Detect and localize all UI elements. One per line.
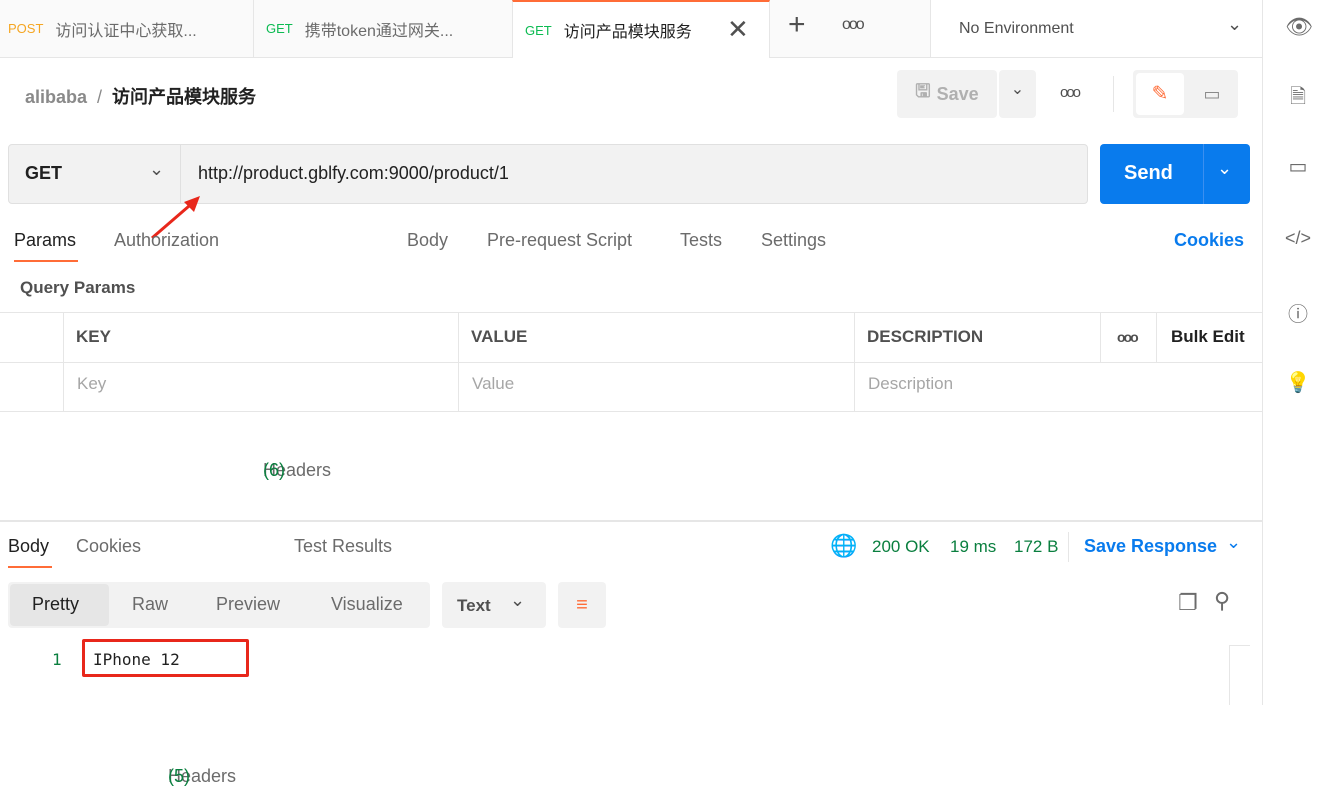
bulk-edit-button[interactable]: Bulk Edit bbox=[1171, 327, 1245, 347]
view-mode-group: Pretty Raw Preview Visualize bbox=[8, 582, 430, 628]
more-tabs-icon[interactable]: ooo bbox=[842, 16, 865, 34]
column-description: DESCRIPTION bbox=[867, 327, 984, 346]
mode-toggle: ✎ ▭ bbox=[1133, 70, 1238, 118]
wrap-lines-icon[interactable]: ≡ bbox=[558, 582, 606, 628]
line-number: 1 bbox=[52, 650, 62, 669]
status-code[interactable]: 200 OK bbox=[872, 537, 930, 557]
tab-request-1[interactable]: POST 访问认证中心获取... bbox=[0, 0, 254, 57]
value-input[interactable]: Value bbox=[472, 374, 514, 394]
code-icon[interactable]: </> bbox=[1285, 228, 1311, 249]
eye-icon[interactable]: 👁 bbox=[1285, 14, 1313, 40]
chevron-down-icon[interactable]: ⌄ bbox=[1226, 532, 1241, 553]
description-input[interactable]: Description bbox=[868, 374, 953, 394]
new-tab-plus-icon[interactable]: + bbox=[788, 8, 806, 42]
breadcrumb: alibaba / 访问产品模块服务 bbox=[25, 87, 257, 107]
method-label: GET bbox=[525, 22, 552, 38]
chevron-down-icon: ⌄ bbox=[510, 590, 526, 610]
environment-select[interactable]: No Environment ⌄ bbox=[930, 0, 1262, 57]
environment-label: No Environment bbox=[959, 19, 1074, 37]
tab-body[interactable]: Body bbox=[407, 230, 448, 251]
method-label: POST bbox=[8, 21, 44, 36]
format-select[interactable]: Text ⌄ bbox=[442, 582, 546, 628]
page-title[interactable]: 访问产品模块服务 bbox=[112, 87, 256, 107]
close-icon[interactable]: ✕ bbox=[727, 14, 749, 45]
search-icon[interactable]: ⚲ bbox=[1214, 588, 1230, 614]
save-label: Save bbox=[936, 83, 979, 104]
chevron-down-icon: ⌄ bbox=[1227, 14, 1243, 34]
more-options-icon[interactable]: ooo bbox=[1060, 84, 1081, 101]
active-tab-indicator bbox=[8, 566, 52, 568]
send-options-chevron-icon[interactable]: ⌄ bbox=[1217, 158, 1232, 179]
headers-count: (6) bbox=[263, 460, 285, 480]
breadcrumb-collection[interactable]: alibaba bbox=[25, 87, 87, 107]
cookies-link[interactable]: Cookies bbox=[1174, 230, 1244, 251]
column-value: VALUE bbox=[471, 327, 528, 346]
view-raw[interactable]: Raw bbox=[132, 594, 168, 615]
tab-request-2[interactable]: GET 携带token通过网关... bbox=[258, 0, 512, 57]
url-input[interactable]: http://product.gblfy.com:9000/product/1 bbox=[198, 163, 509, 184]
save-icon: 🖫 bbox=[915, 81, 931, 101]
view-pretty[interactable]: Pretty bbox=[32, 594, 79, 615]
tab-title: 访问认证中心获取... bbox=[55, 22, 197, 40]
tab-params[interactable]: Params bbox=[14, 230, 76, 251]
view-preview[interactable]: Preview bbox=[216, 594, 280, 615]
active-tab-indicator bbox=[14, 260, 78, 262]
more-icon[interactable]: ooo bbox=[1117, 329, 1139, 345]
method-value: GET bbox=[25, 163, 63, 183]
save-options-button[interactable]: ⌄ bbox=[999, 70, 1036, 118]
key-input[interactable]: Key bbox=[77, 374, 106, 394]
tab-tests[interactable]: Tests bbox=[680, 230, 722, 251]
comments-icon[interactable]: ▭ bbox=[1285, 154, 1311, 179]
tab-title: 携带token通过网关... bbox=[304, 22, 454, 40]
tab-settings[interactable]: Settings bbox=[761, 230, 826, 251]
chevron-down-icon: ⌄ bbox=[149, 159, 165, 179]
send-label: Send bbox=[1124, 162, 1173, 184]
format-value: Text bbox=[457, 596, 491, 615]
annotation-box bbox=[82, 639, 249, 677]
copy-icon[interactable]: ❐ bbox=[1178, 590, 1198, 616]
headers-count: (5) bbox=[168, 766, 190, 786]
documentation-icon[interactable]: 🗎 bbox=[1285, 82, 1311, 116]
edit-pencil-icon[interactable]: ✎ bbox=[1136, 73, 1184, 115]
view-visualize[interactable]: Visualize bbox=[331, 594, 403, 615]
method-label: GET bbox=[266, 21, 293, 36]
save-button[interactable]: 🖫 Save bbox=[897, 70, 997, 118]
response-size[interactable]: 172 B bbox=[1014, 537, 1058, 557]
info-icon[interactable]: ⓘ bbox=[1285, 298, 1311, 327]
response-time[interactable]: 19 ms bbox=[950, 537, 996, 557]
tab-authorization[interactable]: Authorization bbox=[114, 230, 219, 251]
response-tab-body[interactable]: Body bbox=[8, 536, 49, 557]
save-response-button[interactable]: Save Response bbox=[1084, 536, 1217, 557]
tab-pre-request-script[interactable]: Pre-request Script bbox=[487, 230, 632, 251]
response-tab-test-results[interactable]: Test Results bbox=[294, 536, 392, 557]
tab-request-3[interactable]: GET 访问产品模块服务 ✕ bbox=[512, 0, 770, 58]
globe-icon[interactable]: 🌐 bbox=[830, 533, 857, 559]
tab-title: 访问产品模块服务 bbox=[563, 24, 692, 41]
query-params-title: Query Params bbox=[20, 278, 136, 297]
comment-mode-icon[interactable]: ▭ bbox=[1189, 73, 1235, 115]
lightbulb-icon[interactable]: 💡 bbox=[1285, 370, 1311, 395]
column-key: KEY bbox=[76, 327, 111, 346]
response-tab-cookies[interactable]: Cookies bbox=[76, 536, 141, 557]
send-button[interactable]: Send ⌄ bbox=[1100, 144, 1250, 204]
